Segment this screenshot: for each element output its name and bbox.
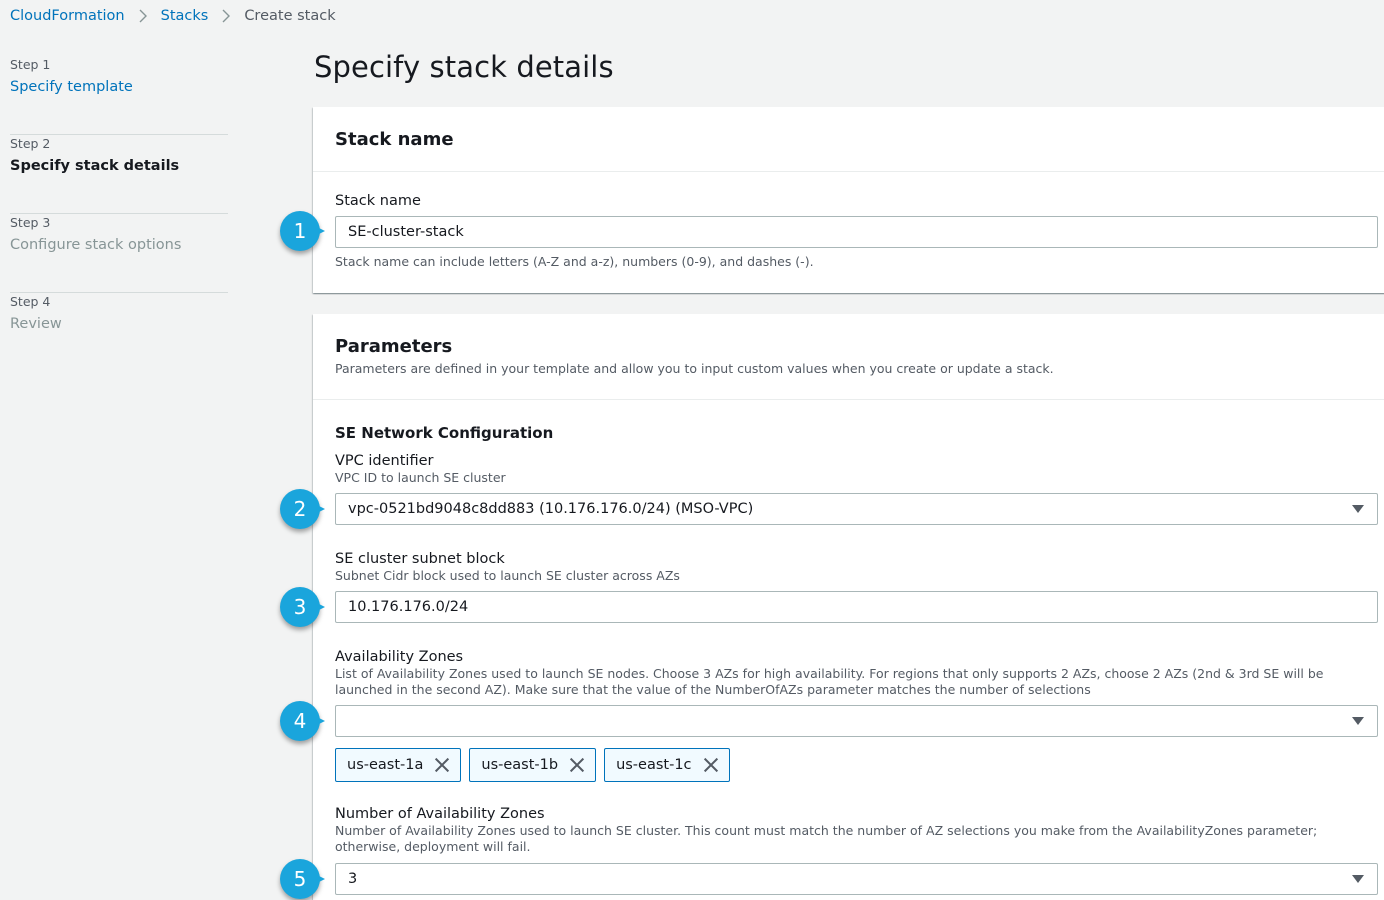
callout-badge-4: 4 (280, 701, 326, 741)
step-label: Step 3 (10, 215, 51, 230)
wizard-step-3: Step 3 Configure stack options (10, 214, 228, 293)
az-token-label: us-east-1b (481, 757, 559, 773)
remove-icon[interactable] (434, 757, 450, 773)
callout-badge-5: 5 (280, 859, 326, 899)
az-token: us-east-1b (469, 748, 597, 782)
num-azs-select[interactable]: 3 (335, 863, 1378, 895)
azs-select[interactable] (335, 705, 1378, 737)
callout-badge-1: 1 (280, 211, 326, 251)
vpc-label: VPC identifier (335, 453, 434, 469)
stack-name-panel: Stack name Stack name SE-cluster-stack S… (313, 107, 1384, 293)
panel-header: Stack name (313, 107, 1384, 172)
wizard-step-1: Step 1 Specify template (10, 56, 228, 135)
caret-down-icon (1352, 875, 1364, 883)
section-title: SE Network Configuration (335, 424, 554, 442)
step-review: Review (10, 316, 62, 332)
step-link-specify-template[interactable]: Specify template (10, 78, 228, 96)
azs-description: List of Availability Zones used to launc… (335, 666, 1324, 697)
step-label: Step 1 (10, 57, 51, 72)
subnet-value: 10.176.176.0/24 (348, 599, 469, 615)
step-label: Step 2 (10, 136, 51, 151)
subnet-input[interactable]: 10.176.176.0/24 (335, 591, 1378, 623)
caret-down-icon (1352, 717, 1364, 725)
step-configure-stack-options: Configure stack options (10, 237, 182, 253)
num-azs-description: Number of Availability Zones used to lau… (335, 823, 1318, 854)
panel-title: Parameters (335, 336, 453, 357)
vpc-select[interactable]: vpc-0521bd9048c8dd883 (10.176.176.0/24) … (335, 493, 1378, 525)
chevron-right-icon (221, 9, 231, 23)
num-azs-label: Number of Availability Zones (335, 806, 545, 822)
vpc-description: VPC ID to launch SE cluster (335, 470, 506, 485)
wizard-step-4: Step 4 Review (10, 293, 228, 372)
wizard-step-2: Step 2 Specify stack details (10, 135, 228, 214)
panel-title: Stack name (335, 128, 454, 150)
stack-name-help: Stack name can include letters (A-Z and … (335, 254, 814, 269)
az-token-label: us-east-1c (616, 757, 692, 773)
callout-badge-3: 3 (280, 587, 326, 627)
wizard-steps: Step 1 Specify template Step 2 Specify s… (10, 56, 228, 372)
remove-icon[interactable] (569, 757, 585, 773)
azs-label: Availability Zones (335, 649, 464, 665)
breadcrumb-cloudformation[interactable]: CloudFormation (10, 8, 125, 24)
subnet-description: Subnet Cidr block used to launch SE clus… (335, 568, 680, 583)
breadcrumb-stacks[interactable]: Stacks (161, 8, 209, 24)
stack-name-value: SE-cluster-stack (348, 224, 464, 240)
azs-tokens: us-east-1a us-east-1b us-east-1c (335, 748, 738, 782)
step-label: Step 4 (10, 294, 51, 309)
callout-badge-2: 2 (280, 489, 326, 529)
breadcrumb-current: Create stack (244, 8, 336, 24)
az-token: us-east-1a (335, 748, 462, 782)
parameters-panel: Parameters Parameters are defined in you… (313, 314, 1384, 900)
subnet-label: SE cluster subnet block (335, 551, 505, 567)
stack-name-input[interactable]: SE-cluster-stack (335, 216, 1378, 248)
vpc-value: vpc-0521bd9048c8dd883 (10.176.176.0/24) … (348, 501, 754, 517)
page-title: Specify stack details (314, 50, 614, 84)
breadcrumb: CloudFormation Stacks Create stack (10, 6, 336, 26)
remove-icon[interactable] (703, 757, 719, 773)
panel-header: Parameters Parameters are defined in you… (313, 314, 1384, 400)
panel-description: Parameters are defined in your template … (335, 361, 1054, 376)
chevron-right-icon (138, 9, 148, 23)
caret-down-icon (1352, 505, 1364, 513)
num-azs-value: 3 (348, 871, 358, 887)
step-current-specify-stack-details: Specify stack details (10, 158, 180, 174)
az-token: us-east-1c (604, 748, 730, 782)
stack-name-label: Stack name (335, 193, 421, 209)
az-token-label: us-east-1a (347, 757, 424, 773)
